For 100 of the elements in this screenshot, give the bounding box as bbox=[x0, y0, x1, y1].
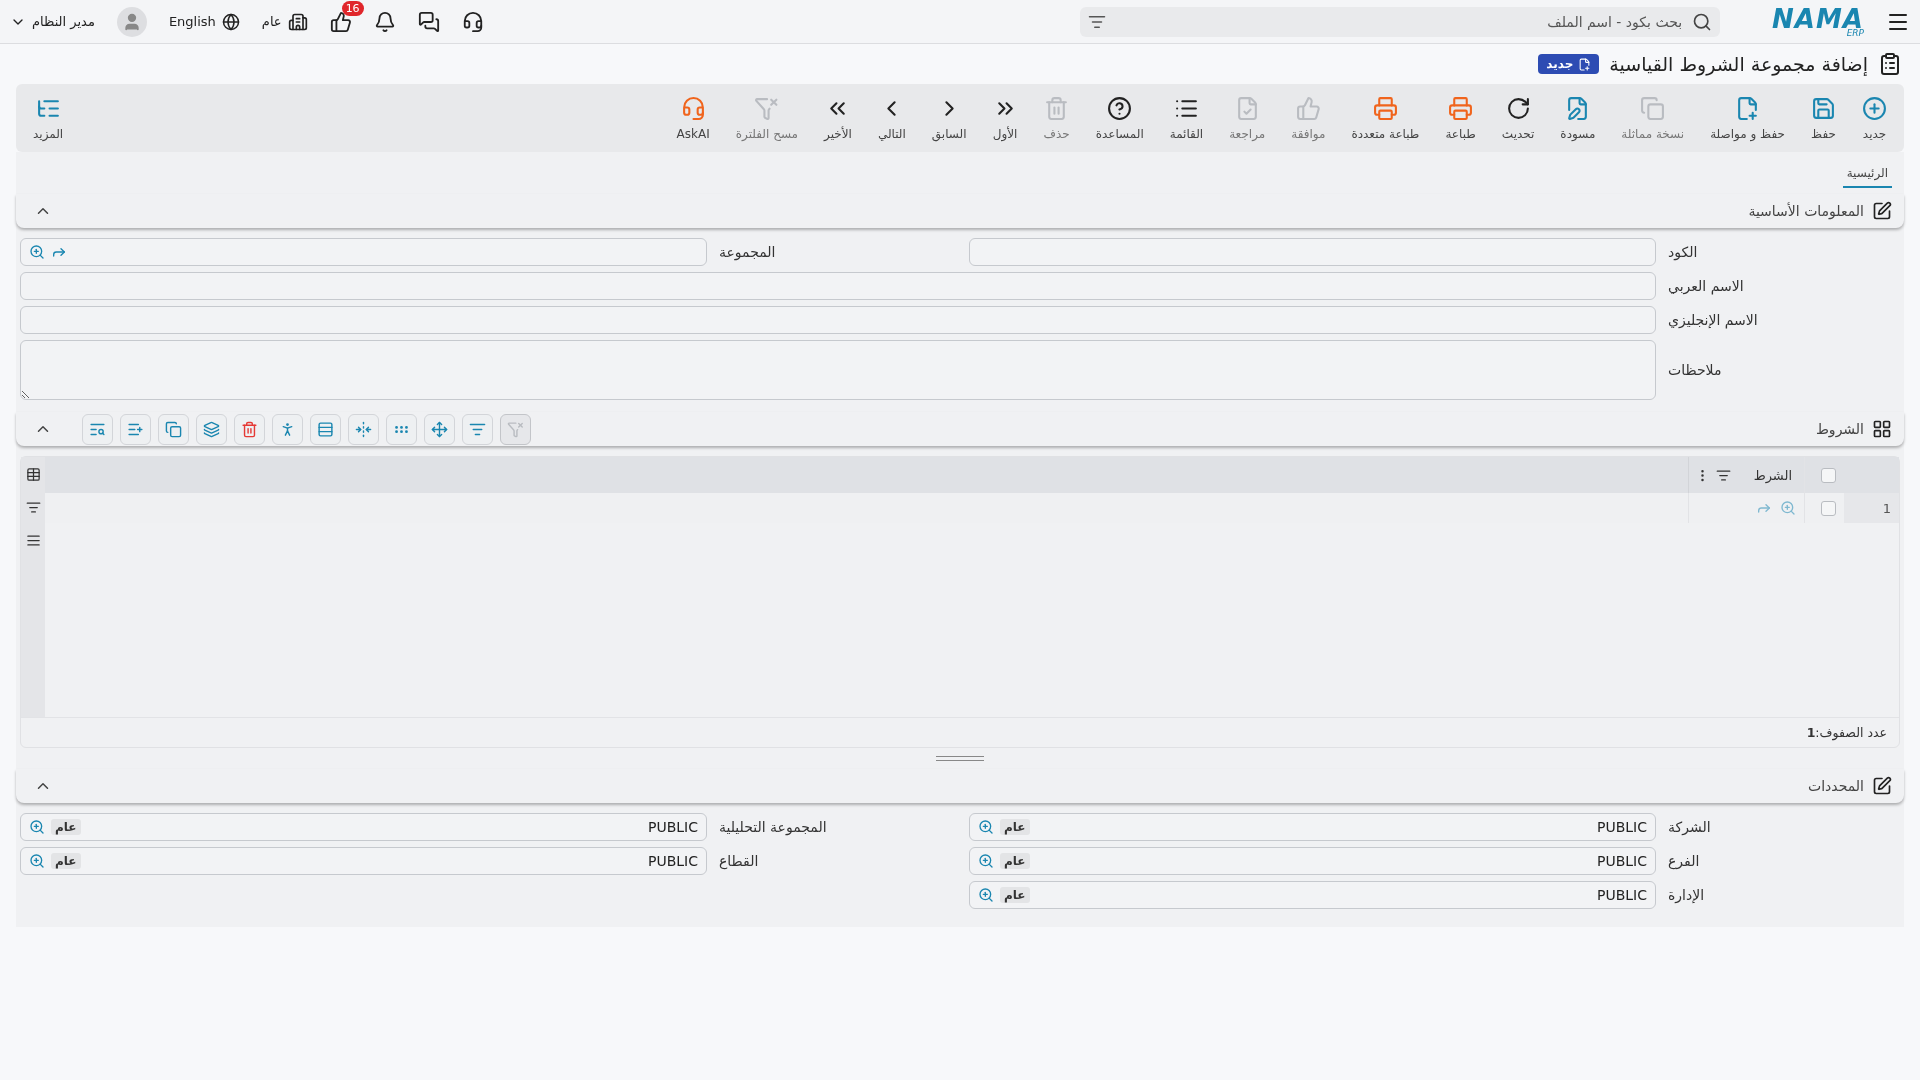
search-plus-icon[interactable] bbox=[1780, 500, 1796, 516]
copy-icon bbox=[1640, 95, 1666, 121]
toolbar-button[interactable]: التالي bbox=[866, 91, 917, 145]
section-icon bbox=[1872, 776, 1892, 796]
filter-icon[interactable] bbox=[25, 500, 41, 515]
field-label: الاسم الإنجليزي bbox=[1668, 312, 1759, 328]
toolbar-button[interactable]: مسودة bbox=[1549, 91, 1607, 145]
list-plus-button[interactable] bbox=[120, 413, 151, 445]
lookup-field[interactable] bbox=[20, 238, 707, 266]
tag: عام bbox=[1000, 853, 1030, 869]
notes-field[interactable] bbox=[20, 340, 1656, 400]
search-plus-icon[interactable] bbox=[978, 819, 994, 835]
field-label: القطاع bbox=[719, 853, 760, 869]
layers-button[interactable] bbox=[196, 413, 227, 445]
person-button[interactable] bbox=[272, 413, 303, 445]
notification-badge: 16 bbox=[341, 0, 364, 16]
printer-icon bbox=[1372, 95, 1398, 121]
layers-icon bbox=[203, 420, 220, 438]
trash-icon bbox=[241, 420, 258, 438]
field-label: المجموعة التحليلية bbox=[719, 819, 828, 835]
toolbar-button[interactable]: الأول bbox=[981, 91, 1029, 145]
page-title: إضافة مجموعة الشروط القياسية bbox=[1609, 53, 1868, 75]
field-label: المجموعة bbox=[719, 244, 777, 260]
tag: عام bbox=[1000, 819, 1030, 835]
filter-off-icon bbox=[507, 420, 524, 438]
more-button[interactable]: المزيد bbox=[22, 91, 75, 145]
move-icon bbox=[431, 420, 448, 438]
building-icon bbox=[287, 11, 308, 32]
search-icon bbox=[1692, 11, 1713, 32]
field-label: الإدارة bbox=[1668, 887, 1706, 903]
user-menu[interactable]: مدير النظام bbox=[10, 13, 95, 30]
search-plus-icon[interactable] bbox=[978, 853, 994, 869]
thumbs-up-icon[interactable] bbox=[329, 10, 352, 33]
field-label: ملاحظات bbox=[1668, 362, 1723, 378]
thumbs-up-icon bbox=[1295, 95, 1321, 121]
search-input[interactable]: بحث بكود - اسم الملف bbox=[1114, 12, 1685, 31]
text-field[interactable] bbox=[969, 238, 1656, 266]
search-plus-icon[interactable] bbox=[978, 887, 994, 903]
section-title: المحددات bbox=[1808, 778, 1864, 794]
trash-icon bbox=[1044, 95, 1070, 121]
status-badge: جديد bbox=[1538, 54, 1600, 74]
toolbar-button[interactable]: السابق bbox=[920, 91, 978, 145]
toolbar-button[interactable]: تحديث bbox=[1490, 91, 1546, 145]
search-plus-icon[interactable] bbox=[29, 853, 45, 869]
search-list-button[interactable] bbox=[82, 413, 113, 445]
row-number: 1 bbox=[1844, 493, 1899, 523]
rows-button[interactable] bbox=[310, 413, 341, 445]
headset-icon bbox=[680, 95, 706, 121]
bell-icon[interactable] bbox=[373, 10, 396, 33]
section-title: المعلومات الأساسية bbox=[1748, 203, 1864, 219]
select-all-checkbox[interactable] bbox=[1821, 467, 1836, 483]
text-field[interactable] bbox=[20, 306, 1656, 334]
toolbar-button[interactable]: طباعة bbox=[1434, 91, 1487, 145]
toolbar-button[interactable]: جديد bbox=[1851, 91, 1898, 145]
table-icon[interactable] bbox=[25, 467, 41, 482]
add-icon bbox=[1862, 95, 1887, 121]
toolbar-button[interactable]: القائمة bbox=[1158, 91, 1215, 145]
fit-columns-button[interactable] bbox=[348, 413, 379, 445]
splitter-handle[interactable] bbox=[936, 756, 984, 761]
filter-icon[interactable] bbox=[1716, 467, 1731, 483]
search-plus-icon[interactable] bbox=[29, 244, 45, 260]
filter-button[interactable] bbox=[462, 413, 493, 445]
field-label: الكود bbox=[1668, 244, 1699, 260]
toolbar-button[interactable]: حفظ و مواصلة bbox=[1699, 91, 1796, 145]
save-icon bbox=[1811, 95, 1836, 121]
copy-button[interactable] bbox=[158, 413, 189, 445]
headset-icon[interactable] bbox=[461, 10, 484, 33]
company-selector[interactable]: عام bbox=[261, 11, 308, 32]
chat-icon[interactable] bbox=[417, 10, 440, 33]
section-icon bbox=[1872, 201, 1892, 221]
toolbar-button[interactable]: المساعدة bbox=[1084, 91, 1155, 145]
toolbar-button[interactable]: طباعة متعددة bbox=[1340, 91, 1431, 145]
printer-icon bbox=[1448, 95, 1474, 121]
toolbar-button[interactable]: الأخير bbox=[813, 91, 863, 145]
language-selector[interactable]: English bbox=[168, 12, 240, 31]
column-header[interactable]: الشرط bbox=[1753, 467, 1792, 483]
toolbar-button[interactable]: حفظ bbox=[1800, 91, 1847, 145]
search-plus-icon[interactable] bbox=[29, 819, 45, 835]
section-title: الشروط bbox=[1815, 421, 1864, 437]
tag: عام bbox=[1000, 887, 1030, 903]
text-field[interactable] bbox=[20, 272, 1656, 300]
avatar-icon[interactable] bbox=[116, 6, 147, 37]
file-plus-icon bbox=[1578, 57, 1592, 71]
section-icon bbox=[1872, 419, 1892, 439]
row-checkbox[interactable] bbox=[1821, 500, 1836, 516]
field-label: الفرع bbox=[1668, 853, 1701, 869]
rows-icon bbox=[317, 420, 334, 438]
toolbar-button[interactable]: AskAI bbox=[665, 91, 721, 145]
tag: عام bbox=[51, 819, 81, 835]
trash-button[interactable] bbox=[234, 413, 265, 445]
search-field[interactable]: بحث بكود - اسم الملف bbox=[1080, 6, 1721, 37]
help-icon bbox=[1107, 95, 1133, 121]
menu-icon[interactable] bbox=[25, 533, 41, 548]
field-value: PUBLIC bbox=[1596, 887, 1647, 903]
field-value: PUBLIC bbox=[1596, 819, 1647, 835]
move-button[interactable] bbox=[424, 413, 455, 445]
fit-columns-icon bbox=[355, 420, 372, 438]
dots-button[interactable] bbox=[386, 413, 417, 445]
field-value: PUBLIC bbox=[647, 853, 698, 869]
tab[interactable]: الرئيسية bbox=[1842, 162, 1892, 188]
